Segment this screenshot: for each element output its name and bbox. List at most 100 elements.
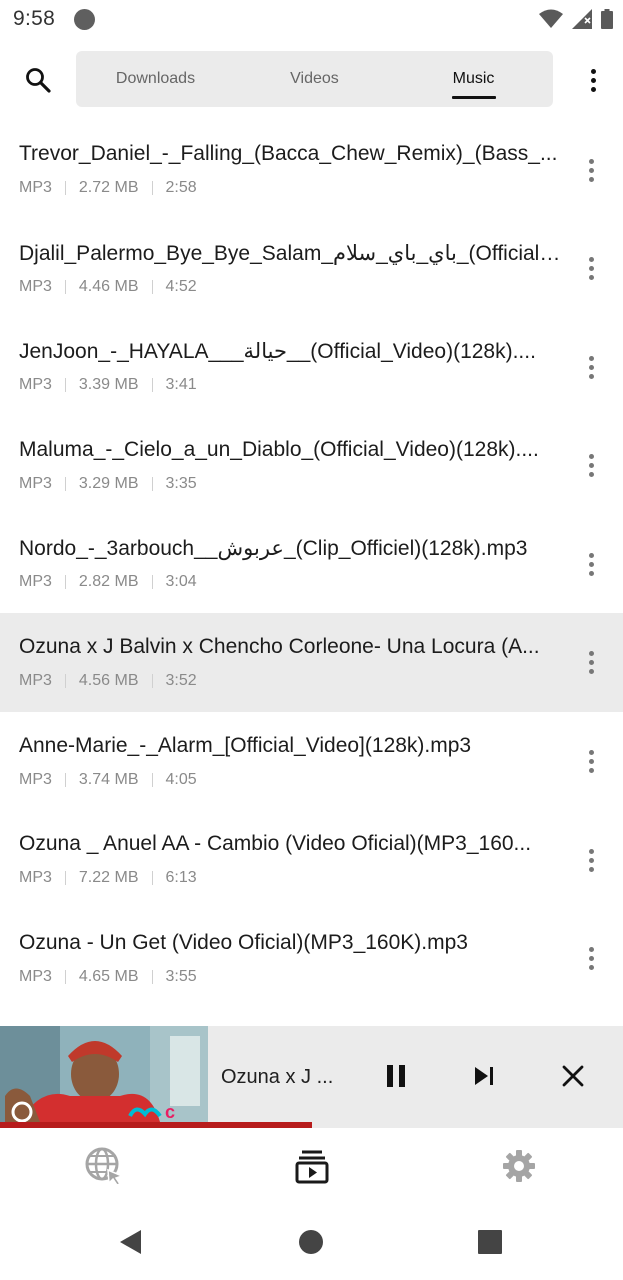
item-menu-icon[interactable] (585, 353, 597, 381)
more-vertical-icon[interactable] (581, 64, 605, 96)
nav-settings[interactable] (499, 1146, 539, 1186)
song-format: MP3 (19, 869, 52, 887)
recents-icon (478, 1230, 502, 1254)
song-duration: 3:52 (165, 671, 197, 689)
list-item-selected[interactable]: Ozuna x J Balvin x Chencho Corleone- Una… (0, 612, 623, 712)
song-title: Maluma_-_Cielo_a_un_Diablo_(Official_Vid… (19, 437, 539, 461)
system-home-button[interactable] (295, 1226, 327, 1258)
song-format: MP3 (19, 179, 52, 196)
song-size: 4.65 MB (78, 967, 139, 985)
pause-icon (387, 1065, 405, 1087)
system-back-button[interactable] (114, 1226, 146, 1258)
song-meta: MP3 4.56 MB 3:52 (19, 672, 197, 690)
item-menu-icon[interactable] (585, 945, 597, 973)
close-icon (562, 1065, 584, 1087)
item-menu-icon[interactable] (585, 748, 597, 776)
song-size: 3.74 MB (78, 770, 139, 788)
player-title[interactable]: Ozuna x J ... (221, 1066, 351, 1089)
song-format: MP3 (19, 671, 52, 689)
system-recents-button[interactable] (474, 1226, 506, 1258)
battery-icon (601, 9, 613, 29)
status-time: 9:58 (13, 7, 56, 30)
tab-downloads[interactable]: Downloads (76, 51, 235, 107)
list-item[interactable]: Ozuna - Un Get (Video Oficial)(MP3_160K)… (0, 909, 623, 1008)
tab-music[interactable]: Music (394, 51, 553, 107)
song-duration: 3:35 (165, 474, 197, 492)
song-meta: MP3 7.22 MB 6:13 (19, 869, 197, 887)
song-format: MP3 (19, 770, 52, 788)
skip-next-icon (475, 1067, 493, 1085)
item-menu-icon[interactable] (585, 156, 597, 184)
song-duration: 2:58 (165, 179, 197, 196)
song-format: MP3 (19, 474, 52, 492)
settings-icon (503, 1150, 535, 1182)
song-duration: 6:13 (165, 869, 197, 887)
song-size: 3.29 MB (78, 474, 139, 492)
song-size: 4.56 MB (78, 671, 139, 689)
notification-dot-icon (74, 9, 95, 30)
song-duration: 3:04 (165, 573, 197, 591)
tab-videos[interactable]: Videos (235, 51, 394, 107)
list-item[interactable]: Anne-Marie_-_Alarm_[Official_Video](128k… (0, 712, 623, 811)
song-title: Anne-Marie_-_Alarm_[Official_Video](128k… (19, 733, 472, 757)
song-format: MP3 (19, 277, 52, 295)
item-menu-icon[interactable] (585, 550, 597, 578)
system-navigation-bar (0, 1204, 623, 1280)
item-menu-icon[interactable] (585, 255, 597, 283)
thumbnail-image: c (0, 1026, 208, 1122)
song-format: MP3 (19, 376, 52, 394)
back-icon (120, 1230, 141, 1254)
search-icon (26, 68, 51, 93)
status-bar: 9:58 (0, 0, 623, 40)
song-list: Trevor_Daniel_-_Falling_(Bacca_Chew_Remi… (0, 120, 623, 1007)
song-meta: MP3 3.74 MB 4:05 (19, 771, 197, 789)
song-size: 2.82 MB (78, 573, 139, 591)
nav-browser[interactable] (84, 1146, 124, 1186)
song-size: 4.46 MB (78, 277, 139, 295)
list-item[interactable]: Djalil_Palermo_Bye_Bye_Salam_باي_باي_سلا… (0, 219, 623, 318)
svg-text:c: c (165, 1102, 175, 1122)
close-player-button[interactable] (555, 1058, 591, 1094)
mini-player[interactable]: c Ozuna x J ... (0, 1026, 623, 1128)
song-title: Djalil_Palermo_Bye_Bye_Salam_باي_باي_سلا… (19, 241, 564, 265)
song-duration: 3:55 (165, 967, 197, 985)
song-size: 3.39 MB (78, 376, 139, 394)
song-meta: MP3 2.82 MB 3:04 (19, 573, 197, 591)
song-duration: 4:52 (165, 277, 197, 295)
album-thumbnail[interactable]: c (0, 1026, 208, 1122)
list-item[interactable]: Trevor_Daniel_-_Falling_(Bacca_Chew_Remi… (0, 120, 623, 219)
home-icon (299, 1230, 323, 1254)
bottom-navigation (0, 1128, 623, 1204)
signal-icon (572, 9, 592, 29)
list-item[interactable]: Maluma_-_Cielo_a_un_Diablo_(Official_Vid… (0, 416, 623, 515)
item-menu-icon[interactable] (585, 846, 597, 874)
list-item[interactable]: JenJoon_-_HAYALA___حيالة__(Official_Vide… (0, 317, 623, 416)
song-meta: MP3 3.29 MB 3:35 (19, 475, 197, 493)
song-meta: MP3 4.65 MB 3:55 (19, 968, 197, 986)
song-title: Trevor_Daniel_-_Falling_(Bacca_Chew_Remi… (19, 142, 558, 165)
list-item[interactable]: Nordo_-_3arbouch__عربوش_(Clip_Officiel)(… (0, 514, 623, 613)
song-title: JenJoon_-_HAYALA___حيالة__(Official_Vide… (19, 340, 536, 364)
wifi-icon (539, 9, 563, 28)
song-title: Ozuna _ Anuel AA - Cambio (Video Oficial… (19, 832, 532, 856)
song-meta: MP3 3.39 MB 3:41 (19, 376, 197, 394)
nav-library[interactable] (292, 1146, 332, 1186)
song-format: MP3 (19, 573, 52, 591)
song-title: Ozuna x J Balvin x Chencho Corleone- Una… (19, 634, 540, 658)
song-size: 7.22 MB (78, 869, 139, 887)
item-menu-icon[interactable] (585, 649, 597, 677)
status-icons (539, 8, 613, 30)
pause-button[interactable] (378, 1058, 414, 1094)
song-size: 2.72 MB (78, 179, 139, 196)
song-duration: 3:41 (165, 376, 197, 394)
song-meta: MP3 2.72 MB 2:58 (19, 179, 197, 197)
item-menu-icon[interactable] (585, 452, 597, 480)
song-title: Ozuna - Un Get (Video Oficial)(MP3_160K)… (19, 930, 468, 954)
top-bar: Downloads Videos Music (0, 44, 623, 116)
playlist-icon (295, 1150, 329, 1184)
list-item[interactable]: Ozuna _ Anuel AA - Cambio (Video Oficial… (0, 810, 623, 909)
song-format: MP3 (19, 967, 52, 985)
skip-next-button[interactable] (466, 1058, 502, 1094)
search-button[interactable] (18, 60, 58, 100)
tab-bar: Downloads Videos Music (76, 51, 553, 107)
